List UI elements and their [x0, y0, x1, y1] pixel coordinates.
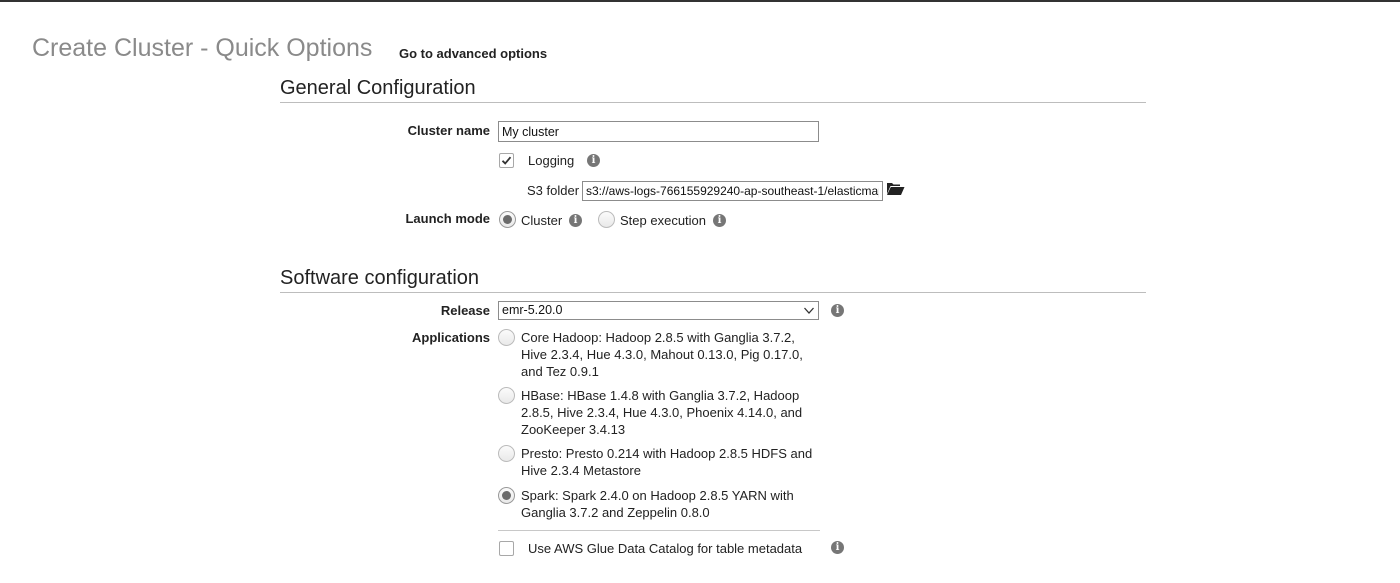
app-spark-label: Spark: Spark 2.4.0 on Hadoop 2.8.5 YARN … — [521, 488, 794, 520]
launch-mode-label: Launch mode — [405, 211, 490, 226]
app-spark-radio[interactable] — [498, 487, 515, 504]
info-icon[interactable]: i — [831, 304, 844, 317]
glue-catalog-label: Use AWS Glue Data Catalog for table meta… — [528, 541, 803, 556]
launch-mode-step-label: Step execution — [620, 213, 707, 228]
s3-folder-label: S3 folder — [527, 183, 580, 198]
app-hbase-label: HBase: HBase 1.4.8 with Ganglia 3.7.2, H… — [521, 388, 803, 437]
app-presto-radio[interactable] — [498, 445, 515, 462]
release-select[interactable]: emr-5.20.0 — [498, 301, 819, 320]
applications-divider — [498, 530, 820, 531]
chevron-down-icon — [804, 307, 814, 314]
software-config-heading: Software configuration — [280, 267, 480, 289]
cluster-name-input[interactable] — [498, 121, 819, 142]
app-core-hadoop-label: Core Hadoop: Hadoop 2.8.5 with Ganglia 3… — [521, 330, 803, 379]
info-icon[interactable]: i — [713, 214, 726, 227]
cluster-name-label: Cluster name — [407, 123, 490, 138]
logging-label: Logging — [528, 153, 575, 168]
s3-folder-input[interactable] — [582, 181, 883, 201]
applications-label: Applications — [411, 330, 490, 345]
launch-mode-cluster-radio[interactable] — [499, 211, 516, 228]
folder-open-icon[interactable] — [886, 181, 905, 201]
info-icon[interactable]: i — [831, 541, 844, 554]
launch-mode-step-radio[interactable] — [598, 211, 615, 228]
checkmark-icon — [501, 156, 512, 165]
general-config-heading: General Configuration — [280, 77, 476, 99]
app-presto-label: Presto: Presto 0.214 with Hadoop 2.8.5 H… — [521, 446, 813, 478]
general-config-divider — [280, 102, 1146, 103]
app-core-hadoop-radio[interactable] — [498, 329, 515, 346]
software-config-divider — [280, 292, 1146, 293]
release-select-value: emr-5.20.0 — [502, 303, 563, 317]
glue-catalog-checkbox[interactable] — [499, 541, 514, 556]
info-icon[interactable]: i — [587, 154, 600, 167]
info-icon[interactable]: i — [569, 214, 582, 227]
release-label: Release — [440, 303, 490, 318]
launch-mode-cluster-label: Cluster — [521, 213, 563, 228]
app-hbase-radio[interactable] — [498, 387, 515, 404]
logging-checkbox[interactable] — [499, 153, 514, 168]
page-title: Create Cluster - Quick Options — [32, 34, 373, 62]
advanced-options-link[interactable]: Go to advanced options — [399, 46, 547, 61]
